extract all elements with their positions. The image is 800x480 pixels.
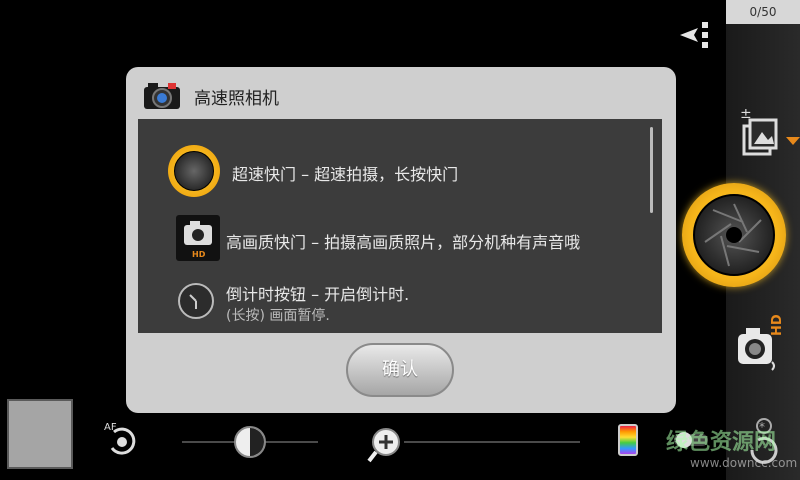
timer-icon <box>178 283 214 319</box>
list-item-text: 高画质快门 – 拍摄高画质照片，部分机种有声音哦 <box>226 233 581 252</box>
zoom-in-icon[interactable] <box>366 424 406 464</box>
hd-label: HD <box>770 314 785 336</box>
list-item-subtext: (长按) 画面暂停. <box>226 308 330 324</box>
shot-counter: 0/50 <box>726 0 800 24</box>
shutter-button[interactable] <box>682 183 786 287</box>
contrast-slider-knob[interactable] <box>234 426 266 458</box>
svg-text:HD: HD <box>192 250 206 259</box>
contrast-icon <box>250 428 264 456</box>
watermark-logo: 绿色资源网 <box>666 430 777 455</box>
help-dialog: 高速照相机 超速快门 – 超速拍摄，长按快门 HD 高画质快门 – 拍摄高画质照… <box>126 67 676 413</box>
watermark-url: www.downcc.com <box>690 456 798 470</box>
list-item-text: 超速快门 – 超速拍摄，长按快门 <box>232 165 459 184</box>
camera-icon <box>144 83 180 109</box>
confirm-button[interactable]: 确认 <box>346 343 454 397</box>
af-label: AF <box>104 422 117 433</box>
hd-camera-icon: HD <box>176 215 220 261</box>
expand-menu-icon[interactable] <box>678 20 714 50</box>
list-item: HD 高画质快门 – 拍摄高画质照片，部分机种有声音哦 <box>138 213 658 267</box>
shutter-icon <box>168 145 220 197</box>
dropdown-caret-icon[interactable] <box>786 137 800 145</box>
dialog-title: 高速照相机 <box>194 89 279 109</box>
aperture-icon <box>693 194 775 276</box>
burst-count-button[interactable]: ± <box>738 104 778 158</box>
list-item: 倒计时按钮 – 开启倒计时. (长按) 画面暂停. <box>138 275 658 331</box>
color-effect-icon[interactable] <box>618 424 638 456</box>
list-item-text: 倒计时按钮 – 开启倒计时. <box>226 285 410 304</box>
gallery-thumbnail[interactable] <box>7 399 73 469</box>
zoom-slider-track[interactable] <box>404 441 580 443</box>
list-item: 超速快门 – 超速拍摄，长按快门 <box>138 141 658 201</box>
feature-list: 超速快门 – 超速拍摄，长按快门 HD 高画质快门 – 拍摄高画质照片，部分机种… <box>138 119 662 333</box>
